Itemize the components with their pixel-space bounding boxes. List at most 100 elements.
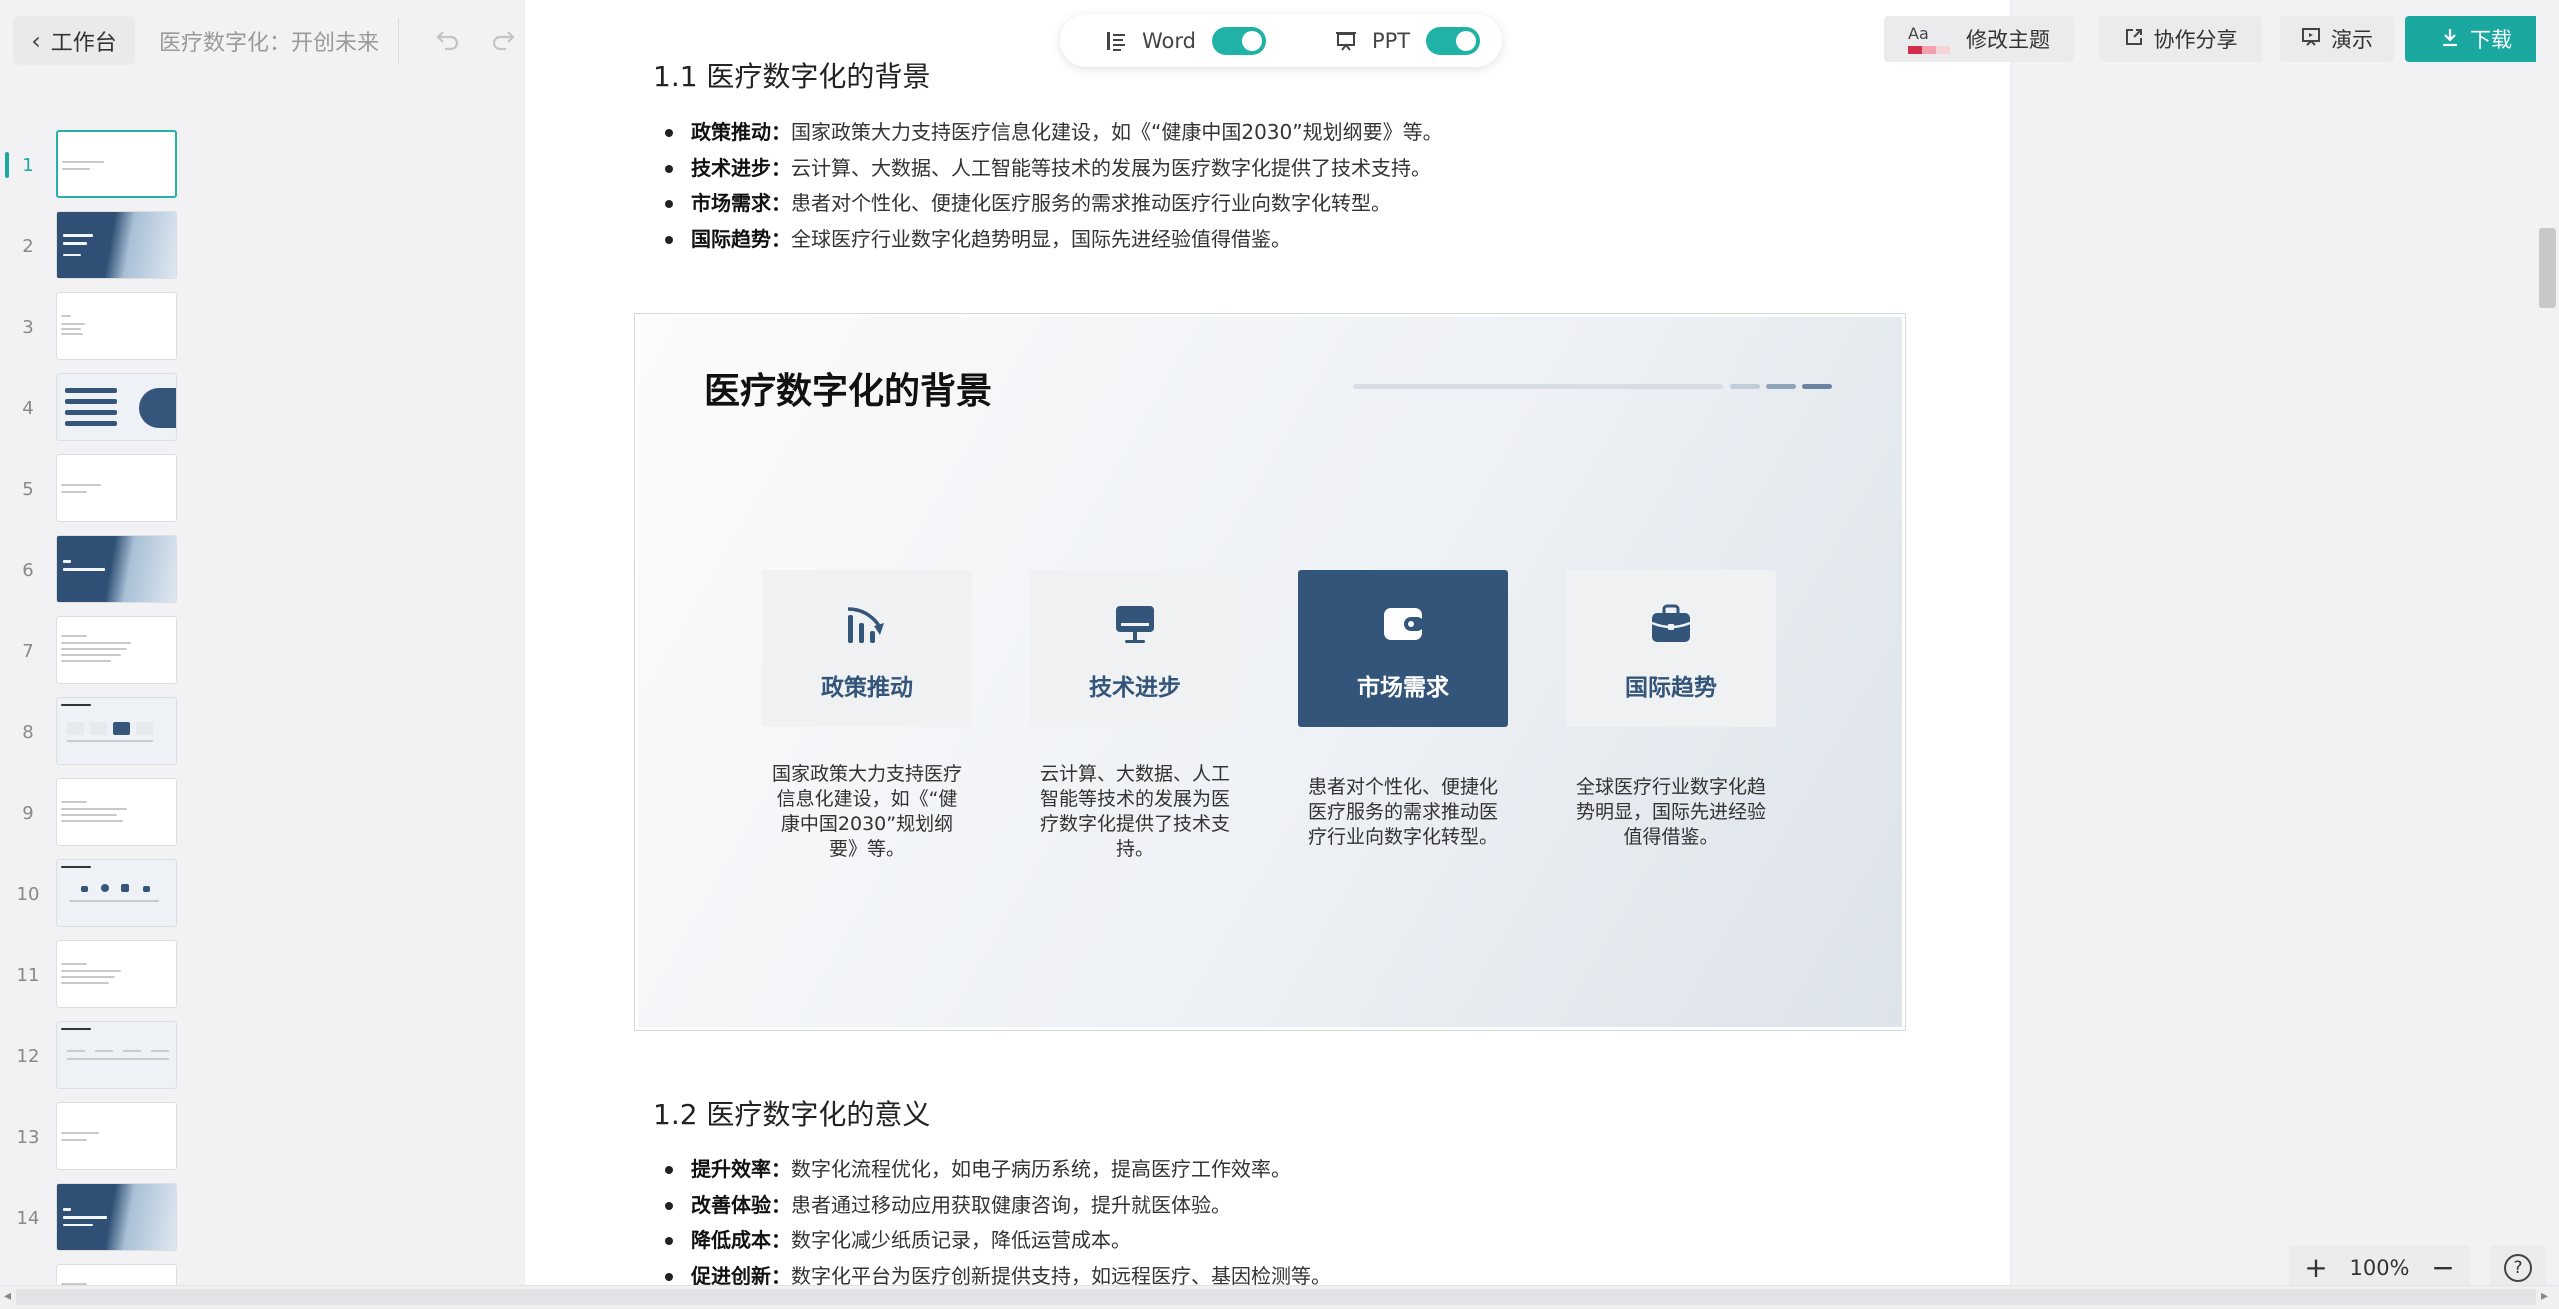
thumbnail-preview [56, 211, 177, 279]
section-heading-1-2: 1.2 医疗数字化的意义 [653, 1098, 931, 1131]
thumbnail-preview [56, 616, 177, 684]
view-mode-toggle: Word PPT [1060, 14, 1502, 67]
decorative-line [1353, 384, 1723, 389]
thumbnail-item-6[interactable]: 6 [0, 535, 190, 605]
slide-canvas: 医疗数字化的背景 政策推动 技术进步 市场需求 国际趋势 国家政策大力支持医疗信… [638, 317, 1902, 1027]
monitor-icon [1109, 598, 1161, 650]
download-button[interactable]: 下载 [2405, 16, 2547, 62]
card-description: 患者对个性化、便捷化医疗服务的需求推动医疗行业向数字化转型。 [1307, 776, 1498, 848]
back-label: 工作台 [50, 30, 117, 56]
thumbnail-number: 10 [16, 883, 40, 905]
download-icon [2440, 27, 2460, 52]
thumbnail-number: 7 [22, 640, 34, 662]
ppt-switch[interactable] [1426, 26, 1481, 55]
thumbnail-item-4[interactable]: 4 [0, 373, 190, 443]
zoom-in-button[interactable]: + [2301, 1254, 2331, 1282]
thumbnail-item-8[interactable]: 8 [0, 697, 190, 767]
share-icon [2124, 27, 2144, 52]
chart-icon [841, 598, 893, 650]
thumbnail-item-13[interactable]: 13 [0, 1102, 190, 1172]
thumbnail-item-2[interactable]: 2 [0, 211, 190, 281]
thumbnail-preview [56, 859, 177, 927]
document-page: 1.1 医疗数字化的背景 政策推动：国家政策大力支持医疗信息化建设，如《“健康中… [524, 0, 2011, 1285]
present-button[interactable]: 演示 [2280, 16, 2394, 62]
change-theme-button[interactable]: Aa 修改主题 [1884, 16, 2074, 62]
theme-label: 修改主题 [1966, 28, 2050, 52]
thumbnail-number: 1 [22, 154, 34, 176]
slide-card-policy: 政策推动 [762, 570, 972, 727]
vertical-scrollbar-thumb[interactable] [2539, 228, 2556, 308]
present-label: 演示 [2331, 28, 2373, 52]
scroll-right-arrow-icon[interactable]: ▸ [2541, 1288, 2548, 1304]
back-to-workbench-button[interactable]: ‹ 工作台 [13, 16, 135, 65]
thumbnail-item-11[interactable]: 11 [0, 940, 190, 1010]
bullet-item: 市场需求：患者对个性化、便捷化医疗服务的需求推动医疗行业向数字化转型。 [665, 186, 1443, 222]
thumbnail-item-1[interactable]: 1 [0, 130, 190, 200]
thumbnail-item-10[interactable]: 10 [0, 859, 190, 929]
thumbnail-number: 11 [16, 964, 40, 986]
download-label: 下载 [2470, 28, 2512, 52]
present-icon [2301, 27, 2321, 52]
zoom-level: 100% [2349, 1256, 2410, 1280]
word-switch[interactable] [1211, 26, 1266, 55]
zoom-out-button[interactable]: − [2428, 1254, 2458, 1282]
thumbnail-number: 5 [22, 478, 34, 500]
slide-card-global: 国际趋势 [1566, 570, 1776, 727]
card-label: 市场需求 [1357, 675, 1449, 701]
thumbnail-preview [56, 292, 177, 360]
word-mode: Word [1104, 26, 1266, 55]
thumbnail-preview [56, 778, 177, 846]
vertical-scrollbar[interactable] [2536, 0, 2559, 1285]
decorative-line [1730, 384, 1760, 389]
card-description: 云计算、大数据、人工智能等技术的发展为医疗数字化提供了技术支持。 [1039, 763, 1230, 860]
share-label: 协作分享 [2153, 28, 2238, 52]
section-1-2-bullets: 提升效率：数字化流程优化，如电子病历系统，提高医疗工作效率。 改善体验：患者通过… [665, 1152, 1331, 1285]
thumbnail-preview [56, 373, 177, 441]
section-heading-1-1: 1.1 医疗数字化的背景 [653, 60, 931, 93]
thumbnail-number: 13 [16, 1126, 40, 1148]
thumbnail-number: 2 [22, 235, 34, 257]
briefcase-icon [1645, 598, 1697, 650]
embedded-slide[interactable]: 医疗数字化的背景 政策推动 技术进步 市场需求 国际趋势 国家政策大力支持医疗信… [634, 313, 1906, 1031]
thumbnail-preview [56, 697, 177, 765]
slide-card-tech: 技术进步 [1030, 570, 1240, 727]
ppt-mode: PPT [1334, 26, 1481, 55]
card-description: 全球医疗行业数字化趋势明显，国际先进经验值得借鉴。 [1575, 776, 1766, 848]
thumbnail-item-14[interactable]: 14 [0, 1183, 190, 1253]
document-title[interactable]: 医疗数字化：开创未来 [159, 16, 379, 65]
ppt-label: PPT [1371, 28, 1411, 53]
wallet-icon [1377, 598, 1429, 650]
thumbnail-item-9[interactable]: 9 [0, 778, 190, 848]
undo-icon[interactable] [428, 20, 468, 60]
thumbnail-item-5[interactable]: 5 [0, 454, 190, 524]
scroll-left-arrow-icon[interactable]: ◂ [4, 1288, 11, 1304]
bullet-item: 政策推动：国家政策大力支持医疗信息化建设，如《“健康中国2030”规划纲要》等。 [665, 115, 1443, 151]
word-label: Word [1142, 28, 1196, 53]
thumbnail-item-12[interactable]: 12 [0, 1021, 190, 1091]
thumbnail-number: 6 [22, 559, 34, 581]
thumbnail-number: 8 [22, 721, 34, 743]
slide-thumbnail-list: 1 2 3 4 5 6 7 8 9 10 11 12 13 14 [0, 120, 190, 1309]
collaborate-share-button[interactable]: 协作分享 [2099, 16, 2262, 62]
thumbnail-number: 14 [16, 1207, 40, 1229]
presentation-icon [1334, 29, 1358, 53]
bullet-item: 降低成本：数字化减少纸质记录，降低运营成本。 [665, 1223, 1331, 1259]
thumbnail-item-7[interactable]: 7 [0, 616, 190, 686]
help-icon: ? [2504, 1254, 2532, 1282]
thumbnail-preview [56, 940, 177, 1008]
theme-icon: Aa [1908, 24, 1950, 54]
thumbnail-preview [56, 130, 177, 198]
card-description: 国家政策大力支持医疗信息化建设，如《“健康中国2030”规划纲要》等。 [771, 763, 962, 860]
document-lines-icon [1104, 29, 1128, 53]
thumbnail-number: 4 [22, 397, 34, 419]
card-label: 国际趋势 [1625, 675, 1717, 701]
redo-icon[interactable] [483, 20, 523, 60]
bullet-item: 技术进步：云计算、大数据、人工智能等技术的发展为医疗数字化提供了技术支持。 [665, 151, 1443, 187]
thumbnail-item-3[interactable]: 3 [0, 292, 190, 362]
bullet-item: 改善体验：患者通过移动应用获取健康咨询，提升就医体验。 [665, 1188, 1331, 1224]
horizontal-scrollbar-thumb[interactable] [16, 1289, 2536, 1305]
thumbnail-number: 12 [16, 1045, 40, 1067]
thumbnail-preview [56, 454, 177, 522]
chevron-left-icon: ‹ [31, 26, 41, 55]
slide-card-market: 市场需求 [1298, 570, 1508, 727]
